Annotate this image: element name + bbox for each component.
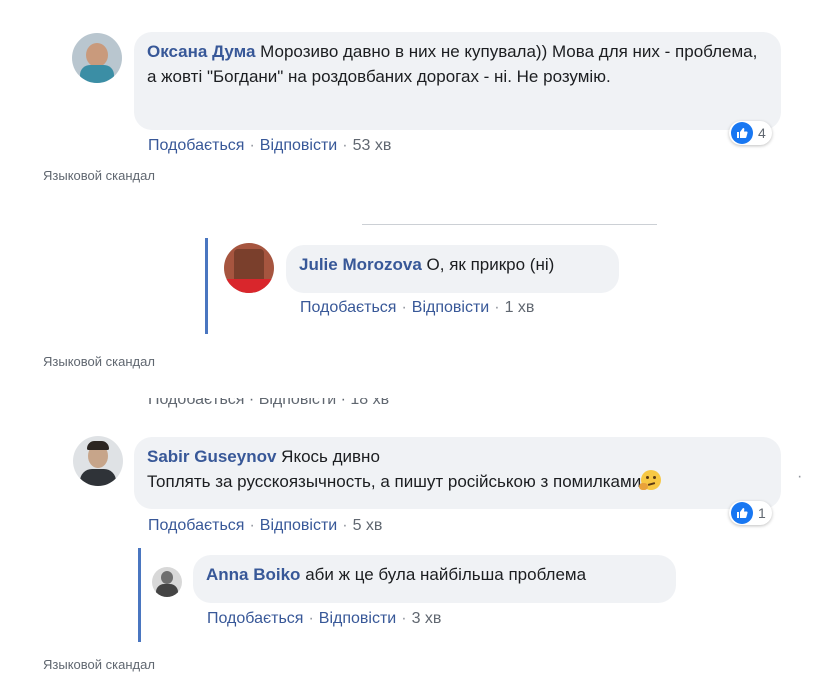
like-icon	[731, 122, 753, 144]
separator: ·	[249, 137, 255, 154]
separator: ·	[494, 299, 500, 316]
avatar-figure-body	[156, 584, 178, 597]
avatar-figure-body	[80, 65, 114, 83]
comment-text: аби ж це була найбільша проблема	[305, 565, 587, 584]
comment-time[interactable]: 1 хв	[505, 299, 535, 316]
like-icon	[731, 502, 753, 524]
thread-line	[138, 548, 141, 642]
comment-actions: Подобається · Відповісти · 5 хв	[148, 517, 382, 535]
comment-actions: Подобається · Відповісти · 53 хв	[148, 137, 391, 155]
comment-author[interactable]: Julie Morozova	[299, 255, 422, 274]
avatar-figure	[86, 43, 108, 67]
more-options-dot[interactable]: ·	[797, 468, 802, 486]
avatar-building	[234, 249, 264, 279]
comment-bubble: Sabir Guseynov Якось дивно Топлять за ру…	[134, 437, 781, 509]
separator: ·	[249, 517, 255, 534]
comment-author[interactable]: Anna Boiko	[206, 565, 300, 584]
avatar-sabir[interactable]	[73, 436, 123, 486]
comment-bubble: Оксана Дума Морозиво давно в них не купу…	[134, 32, 781, 130]
cutoff-row: Подобається · Відповісти · 18 хв	[148, 398, 448, 412]
reaction-count: 1	[758, 505, 766, 521]
comment-time[interactable]: 53 хв	[353, 137, 392, 154]
separator: ·	[401, 299, 407, 316]
separator: ·	[342, 517, 348, 534]
caption: Языковой скандал	[43, 657, 155, 672]
comment-actions: Подобається · Відповісти · 1 хв	[300, 299, 534, 317]
caption: Языковой скандал	[43, 168, 155, 183]
like-link[interactable]: Подобається	[148, 517, 244, 534]
avatar-hair	[87, 441, 109, 450]
caption: Языковой скандал	[43, 354, 155, 369]
separator: ·	[308, 610, 314, 627]
thread-line	[205, 238, 208, 334]
like-link[interactable]: Подобається	[300, 299, 396, 316]
thinking-emoji-icon	[639, 470, 662, 490]
separator: ·	[401, 610, 407, 627]
comment-time[interactable]: 5 хв	[353, 517, 383, 534]
like-link[interactable]: Подобається	[207, 610, 303, 627]
comment-author[interactable]: Sabir Guseynov	[147, 447, 276, 466]
avatar-banner	[224, 279, 274, 293]
like-link[interactable]: Подобається	[148, 137, 244, 154]
separator: ·	[342, 137, 348, 154]
comment-text-line2: Топлять за русскоязычность, а пишут росі…	[147, 472, 642, 491]
cutoff-actions: Подобається · Відповісти · 18 хв	[148, 398, 390, 408]
reply-link[interactable]: Відповісти	[260, 517, 337, 534]
reply-link[interactable]: Відповісти	[412, 299, 489, 316]
comment-bubble: Julie Morozova О, як прикро (ні)	[286, 245, 619, 293]
comment-text: О, як прикро (ні)	[426, 255, 555, 274]
avatar-oksana[interactable]	[72, 33, 122, 83]
comment-time[interactable]: 3 хв	[412, 610, 442, 627]
reply-link[interactable]: Відповісти	[319, 610, 396, 627]
avatar-shirt	[80, 469, 116, 486]
reaction-badge[interactable]: 1	[729, 501, 772, 525]
avatar-anna[interactable]	[152, 567, 182, 597]
avatar-julie[interactable]	[224, 243, 274, 293]
comment-text-line1: Якось дивно	[281, 447, 380, 466]
reaction-count: 4	[758, 125, 766, 141]
reaction-badge[interactable]: 4	[729, 121, 772, 145]
comment-actions: Подобається · Відповісти · 3 хв	[207, 610, 441, 628]
divider	[362, 224, 657, 225]
avatar-figure	[161, 571, 173, 584]
comment-author[interactable]: Оксана Дума	[147, 42, 255, 61]
comment-bubble: Anna Boiko аби ж це була найбільша пробл…	[193, 555, 676, 603]
reply-link[interactable]: Відповісти	[260, 137, 337, 154]
